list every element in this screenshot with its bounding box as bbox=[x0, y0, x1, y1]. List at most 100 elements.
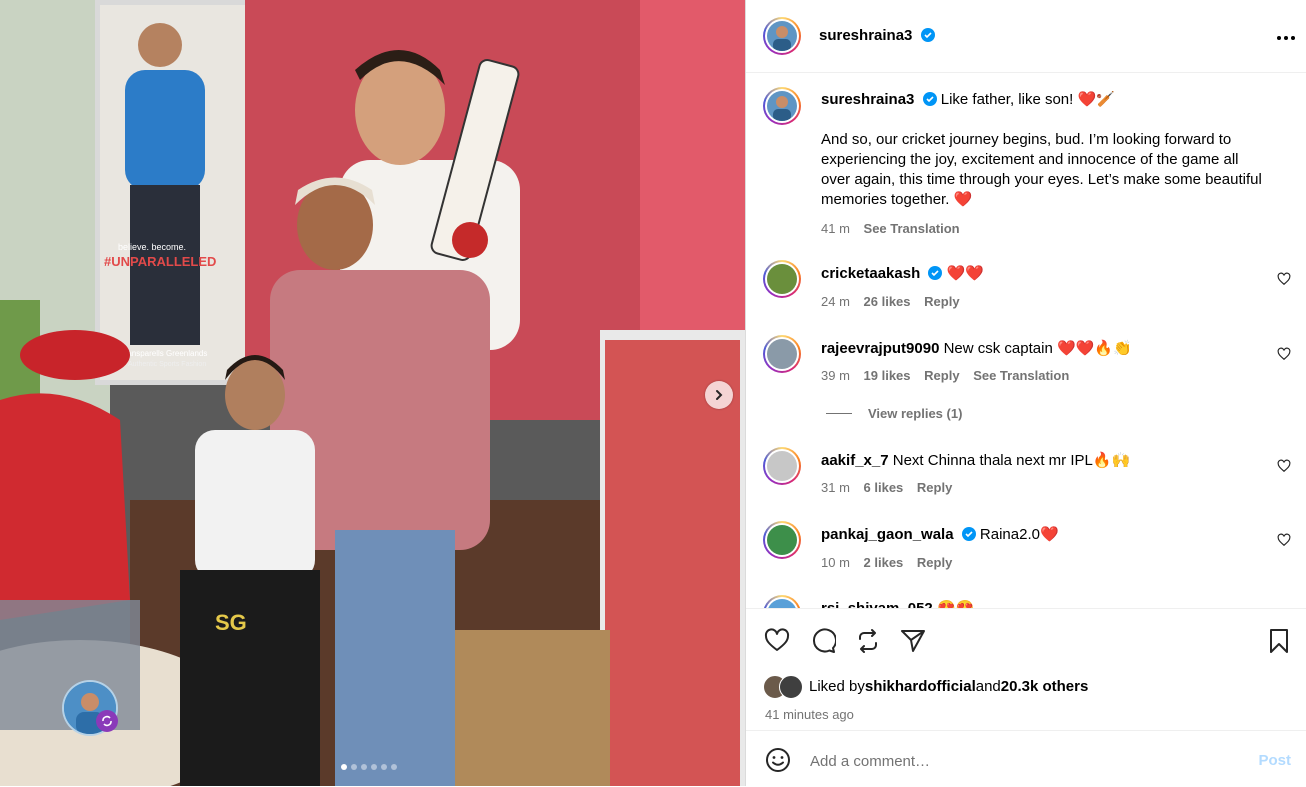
carousel-next-button[interactable] bbox=[705, 381, 733, 409]
comment-meta: 39 m 19 likes Reply See Translation bbox=[821, 368, 1079, 383]
save-bookmark-icon[interactable] bbox=[1268, 628, 1290, 654]
like-heart-icon[interactable] bbox=[764, 628, 790, 652]
author-avatar[interactable] bbox=[763, 17, 801, 55]
reply-button[interactable]: Reply bbox=[917, 480, 952, 495]
verified-badge-icon bbox=[961, 527, 976, 541]
add-comment-bar: Post bbox=[746, 730, 1306, 787]
commenter-avatar[interactable] bbox=[763, 595, 801, 608]
comment-input[interactable] bbox=[808, 745, 1232, 777]
liked-by[interactable]: Liked by shikhardofficial and 20.3k othe… bbox=[763, 675, 1089, 699]
like-comment-heart-icon[interactable] bbox=[1277, 347, 1291, 361]
carousel-dot bbox=[371, 764, 377, 770]
commenter-username[interactable]: aakif_x_7 bbox=[821, 452, 889, 469]
post-header: sureshraina3 bbox=[746, 0, 1306, 73]
carousel-dot bbox=[341, 764, 347, 770]
comment-text: cricketaakash ❤️❤️ bbox=[821, 264, 1271, 284]
comment-body: New csk captain ❤️❤️🔥👏 bbox=[943, 340, 1132, 357]
profile-picture-icon bbox=[767, 21, 797, 51]
comment-likes-count[interactable]: 2 likes bbox=[864, 555, 904, 570]
verified-badge-icon bbox=[922, 92, 937, 106]
commenter-username[interactable]: cricketaakash bbox=[821, 265, 920, 282]
comments-list[interactable]: sureshraina3 Like father, like son! ❤️🏏 … bbox=[746, 73, 1306, 608]
liked-by-avatars bbox=[763, 675, 807, 699]
carousel-dot bbox=[351, 764, 357, 770]
refresh-icon bbox=[102, 715, 112, 727]
caption-username[interactable]: sureshraina3 bbox=[821, 91, 914, 108]
liked-by-conjunction: and bbox=[975, 677, 1001, 695]
comment-likes-count[interactable]: 6 likes bbox=[864, 480, 904, 495]
comment-timestamp[interactable]: 31 m bbox=[821, 480, 850, 495]
comment-text: aakif_x_7 Next Chinna thala next mr IPL🔥… bbox=[821, 451, 1271, 471]
share-paper-plane-icon[interactable] bbox=[900, 628, 926, 654]
carousel-dot bbox=[391, 764, 397, 770]
svg-text:#UNPARALLELED: #UNPARALLELED bbox=[104, 254, 216, 269]
commenter-avatar[interactable] bbox=[763, 260, 801, 298]
comment-body: ❤️❤️ bbox=[946, 265, 984, 282]
replies-divider-line bbox=[826, 413, 852, 414]
avatar-photo bbox=[767, 339, 797, 369]
commenter-avatar[interactable] bbox=[763, 521, 801, 559]
avatar-photo bbox=[767, 264, 797, 294]
avatar-photo bbox=[767, 525, 797, 555]
like-comment-heart-icon[interactable] bbox=[1277, 533, 1291, 547]
reply-button[interactable]: Reply bbox=[924, 294, 959, 309]
liker-avatar bbox=[779, 675, 803, 699]
reply-button[interactable]: Reply bbox=[917, 555, 952, 570]
caption-author-avatar[interactable] bbox=[763, 87, 801, 125]
carousel-dot bbox=[361, 764, 367, 770]
comment-body: Next Chinna thala next mr IPL🔥🙌 bbox=[892, 452, 1131, 469]
comment-likes-count[interactable]: 19 likes bbox=[864, 368, 911, 383]
comment-likes-count[interactable]: 26 likes bbox=[864, 294, 911, 309]
collab-badge bbox=[96, 710, 118, 732]
see-translation-link[interactable]: See Translation bbox=[864, 221, 960, 236]
post-comment-button[interactable]: Post bbox=[1258, 752, 1291, 769]
commenter-username[interactable]: rajeevrajput9090 bbox=[821, 340, 939, 357]
avatar-photo bbox=[767, 451, 797, 481]
caption-timestamp[interactable]: 41 m bbox=[821, 221, 850, 236]
svg-text:Sansparells Greenlands: Sansparells Greenlands bbox=[122, 349, 207, 358]
likes-count[interactable]: 20.3k others bbox=[1001, 678, 1089, 695]
author-username-text[interactable]: sureshraina3 bbox=[819, 27, 912, 44]
comment-text: pankaj_gaon_wala Raina2.0❤️ bbox=[821, 525, 1271, 545]
like-comment-heart-icon[interactable] bbox=[1277, 459, 1291, 473]
author-username[interactable]: sureshraina3 bbox=[819, 27, 935, 44]
verified-badge-icon bbox=[928, 266, 943, 280]
avatar-photo bbox=[767, 599, 797, 608]
like-comment-heart-icon[interactable] bbox=[1277, 272, 1291, 286]
comment-text: rsi_shivam_052 😍😍 bbox=[821, 599, 1271, 608]
comment-meta: 10 m 2 likes Reply bbox=[821, 555, 962, 570]
repost-icon[interactable] bbox=[855, 628, 881, 654]
comment-timestamp[interactable]: 24 m bbox=[821, 294, 850, 309]
post-media[interactable]: believe. become. #UNPARALLELED Sansparel… bbox=[0, 0, 745, 786]
verified-badge-icon bbox=[920, 28, 935, 42]
commenter-avatar[interactable] bbox=[763, 335, 801, 373]
more-options-button[interactable] bbox=[1276, 24, 1296, 47]
comment-body: Raina2.0❤️ bbox=[979, 526, 1059, 543]
post-photo: believe. become. #UNPARALLELED Sansparel… bbox=[0, 0, 745, 786]
carousel-dot bbox=[381, 764, 387, 770]
smile-icon[interactable] bbox=[765, 747, 791, 773]
post-details-panel: sureshraina3 sureshraina3 Like father, l… bbox=[745, 0, 1306, 786]
view-replies-button[interactable]: View replies (1) bbox=[826, 406, 962, 421]
comment-meta: 24 m 26 likes Reply bbox=[821, 294, 970, 309]
svg-text:believe. become.: believe. become. bbox=[118, 242, 186, 252]
comment-text: rajeevrajput9090 New csk captain ❤️❤️🔥👏 bbox=[821, 339, 1271, 359]
see-translation-link[interactable]: See Translation bbox=[973, 368, 1069, 383]
reply-button[interactable]: Reply bbox=[924, 368, 959, 383]
more-horizontal-icon bbox=[1277, 36, 1295, 40]
svg-text:Authentic Sports Fashion: Authentic Sports Fashion bbox=[128, 361, 206, 368]
comment-icon[interactable] bbox=[810, 628, 836, 654]
commenter-username[interactable]: rsi_shivam_052 bbox=[821, 600, 933, 608]
view-replies-label[interactable]: View replies (1) bbox=[868, 406, 962, 421]
post-timestamp[interactable]: 41 minutes ago bbox=[765, 707, 854, 722]
comment-timestamp[interactable]: 39 m bbox=[821, 368, 850, 383]
caption-meta: 41 m See Translation bbox=[821, 221, 970, 236]
carousel-indicator bbox=[341, 764, 397, 770]
liked-by-prefix: Liked by bbox=[809, 677, 865, 695]
comment-meta: 31 m 6 likes Reply bbox=[821, 480, 962, 495]
liked-by-username[interactable]: shikhardofficial bbox=[865, 678, 976, 695]
comment-timestamp[interactable]: 10 m bbox=[821, 555, 850, 570]
commenter-username[interactable]: pankaj_gaon_wala bbox=[821, 526, 954, 543]
chevron-right-icon bbox=[716, 390, 723, 400]
commenter-avatar[interactable] bbox=[763, 447, 801, 485]
